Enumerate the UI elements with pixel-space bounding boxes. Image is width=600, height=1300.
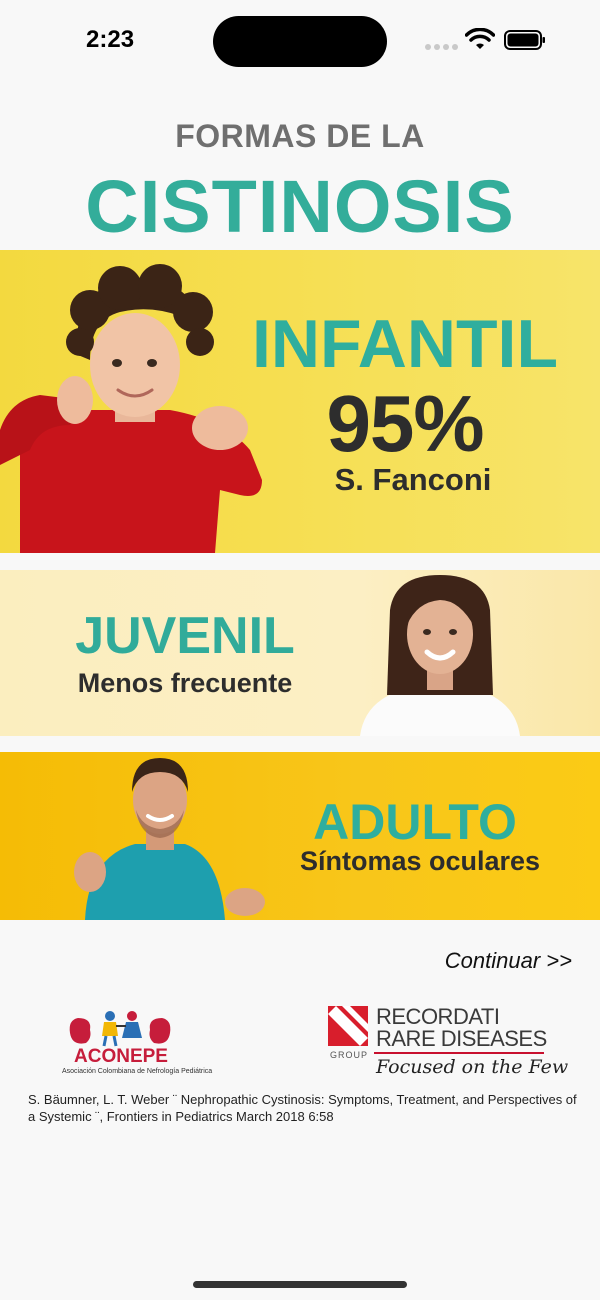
aconepe-name: ACONEPE: [74, 1046, 168, 1067]
infantil-subtitle: S. Fanconi: [334, 462, 492, 497]
adult-photo: [74, 758, 265, 920]
page-title: CISTINOSIS: [85, 165, 515, 248]
battery-icon: [504, 30, 545, 50]
wifi-icon: [465, 28, 495, 49]
infantil-heading: INFANTIL: [252, 306, 558, 382]
teen-photo: [360, 575, 520, 736]
home-indicator[interactable]: [193, 1281, 407, 1288]
recordati-tagline: Focused on the Few: [376, 1056, 569, 1078]
status-bar: 2:23: [0, 0, 600, 84]
adulto-heading: ADULTO: [313, 794, 517, 850]
aconepe-full-name: Asociación Colombiana de Nefrología Pedi…: [62, 1068, 213, 1075]
infantil-percent: 95%: [326, 379, 484, 468]
recordati-group: GROUP: [330, 1050, 369, 1060]
recordati-divider: [374, 1052, 544, 1054]
recordati-division: RARE DISEASES: [376, 1026, 547, 1051]
recordati-logo-mark: [328, 1006, 368, 1046]
reference-citation: S. Bäumner, L. T. Weber ¨ Nephropathic C…: [28, 1092, 577, 1124]
signal-icon: [425, 44, 458, 50]
dynamic-island: [213, 16, 387, 67]
juvenil-heading: JUVENIL: [75, 607, 295, 665]
adulto-subtitle: Síntomas oculares: [299, 846, 541, 876]
page-subtitle: FORMAS DE LA: [175, 118, 425, 154]
juvenil-subtitle: Menos frecuente: [77, 668, 293, 698]
continue-button[interactable]: Continuar >>: [445, 948, 572, 974]
child-photo: [0, 264, 262, 553]
status-time: 2:23: [86, 26, 135, 53]
